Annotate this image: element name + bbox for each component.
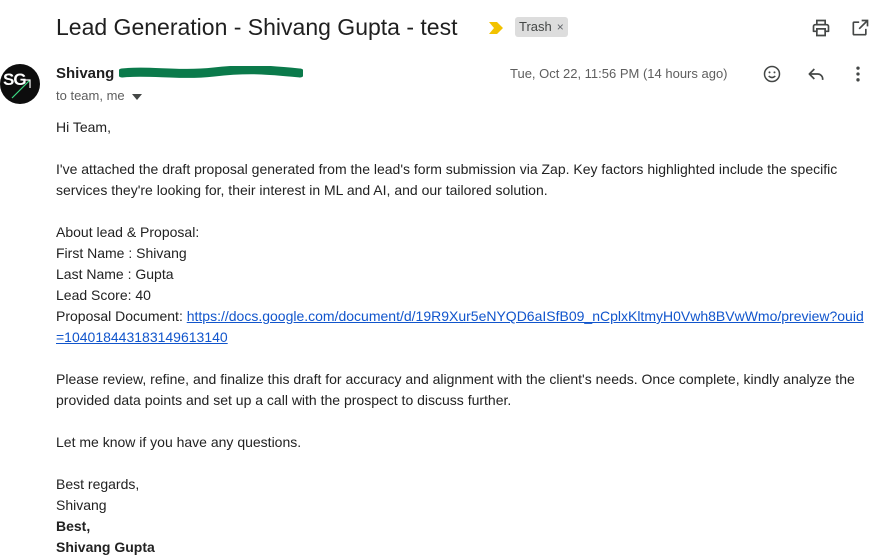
more-vertical-icon	[856, 66, 860, 82]
lead-score-line: Lead Score: 40	[56, 287, 151, 303]
print-icon	[812, 19, 830, 37]
emoji-reaction-icon	[763, 65, 781, 83]
about-heading: About lead & Proposal:	[56, 224, 200, 240]
redaction-mark	[117, 65, 305, 80]
chevron-down-icon[interactable]	[131, 88, 142, 103]
email-body: Hi Team, I've attached the draft proposa…	[56, 117, 871, 558]
signature-best: Best,	[56, 518, 91, 534]
email-subject: Lead Generation - Shivang Gupta - test	[56, 14, 458, 40]
reply-icon	[808, 68, 824, 80]
recipients-line[interactable]: to team, me	[56, 88, 142, 103]
label-chip-text: Trash	[519, 19, 552, 34]
print-button[interactable]	[809, 16, 833, 40]
importance-marker-icon[interactable]	[489, 21, 503, 34]
avatar[interactable]: SG	[0, 64, 40, 104]
first-name-line: First Name : Shivang	[56, 245, 187, 261]
more-options-button[interactable]	[846, 62, 870, 86]
questions-line: Let me know if you have any questions.	[56, 434, 302, 450]
signoff: Best regards,	[56, 476, 140, 492]
greeting: Hi Team,	[56, 119, 111, 135]
open-in-new-window-icon	[852, 19, 869, 36]
proposal-document-line: Proposal Document: https://docs.google.c…	[56, 306, 871, 348]
signoff-name: Shivang	[56, 497, 107, 513]
signature-name: Shivang Gupta	[56, 539, 155, 555]
sender-name[interactable]: Shivang	[56, 65, 114, 82]
proposal-document-label: Proposal Document:	[56, 308, 187, 324]
request-paragraph: Please review, refine, and finalize this…	[56, 371, 855, 408]
remove-label-button[interactable]: ×	[557, 17, 564, 37]
avatar-initials: SG	[3, 70, 27, 89]
open-in-new-window-button[interactable]	[848, 16, 872, 40]
intro-paragraph: I've attached the draft proposal generat…	[56, 161, 838, 198]
label-chip-trash[interactable]: Trash ×	[515, 17, 568, 37]
emoji-reaction-button[interactable]	[760, 62, 784, 86]
last-name-line: Last Name : Gupta	[56, 266, 174, 282]
recipients-text: to team, me	[56, 88, 125, 103]
email-date: Tue, Oct 22, 11:56 PM (14 hours ago)	[510, 66, 728, 81]
reply-button[interactable]	[804, 62, 828, 86]
